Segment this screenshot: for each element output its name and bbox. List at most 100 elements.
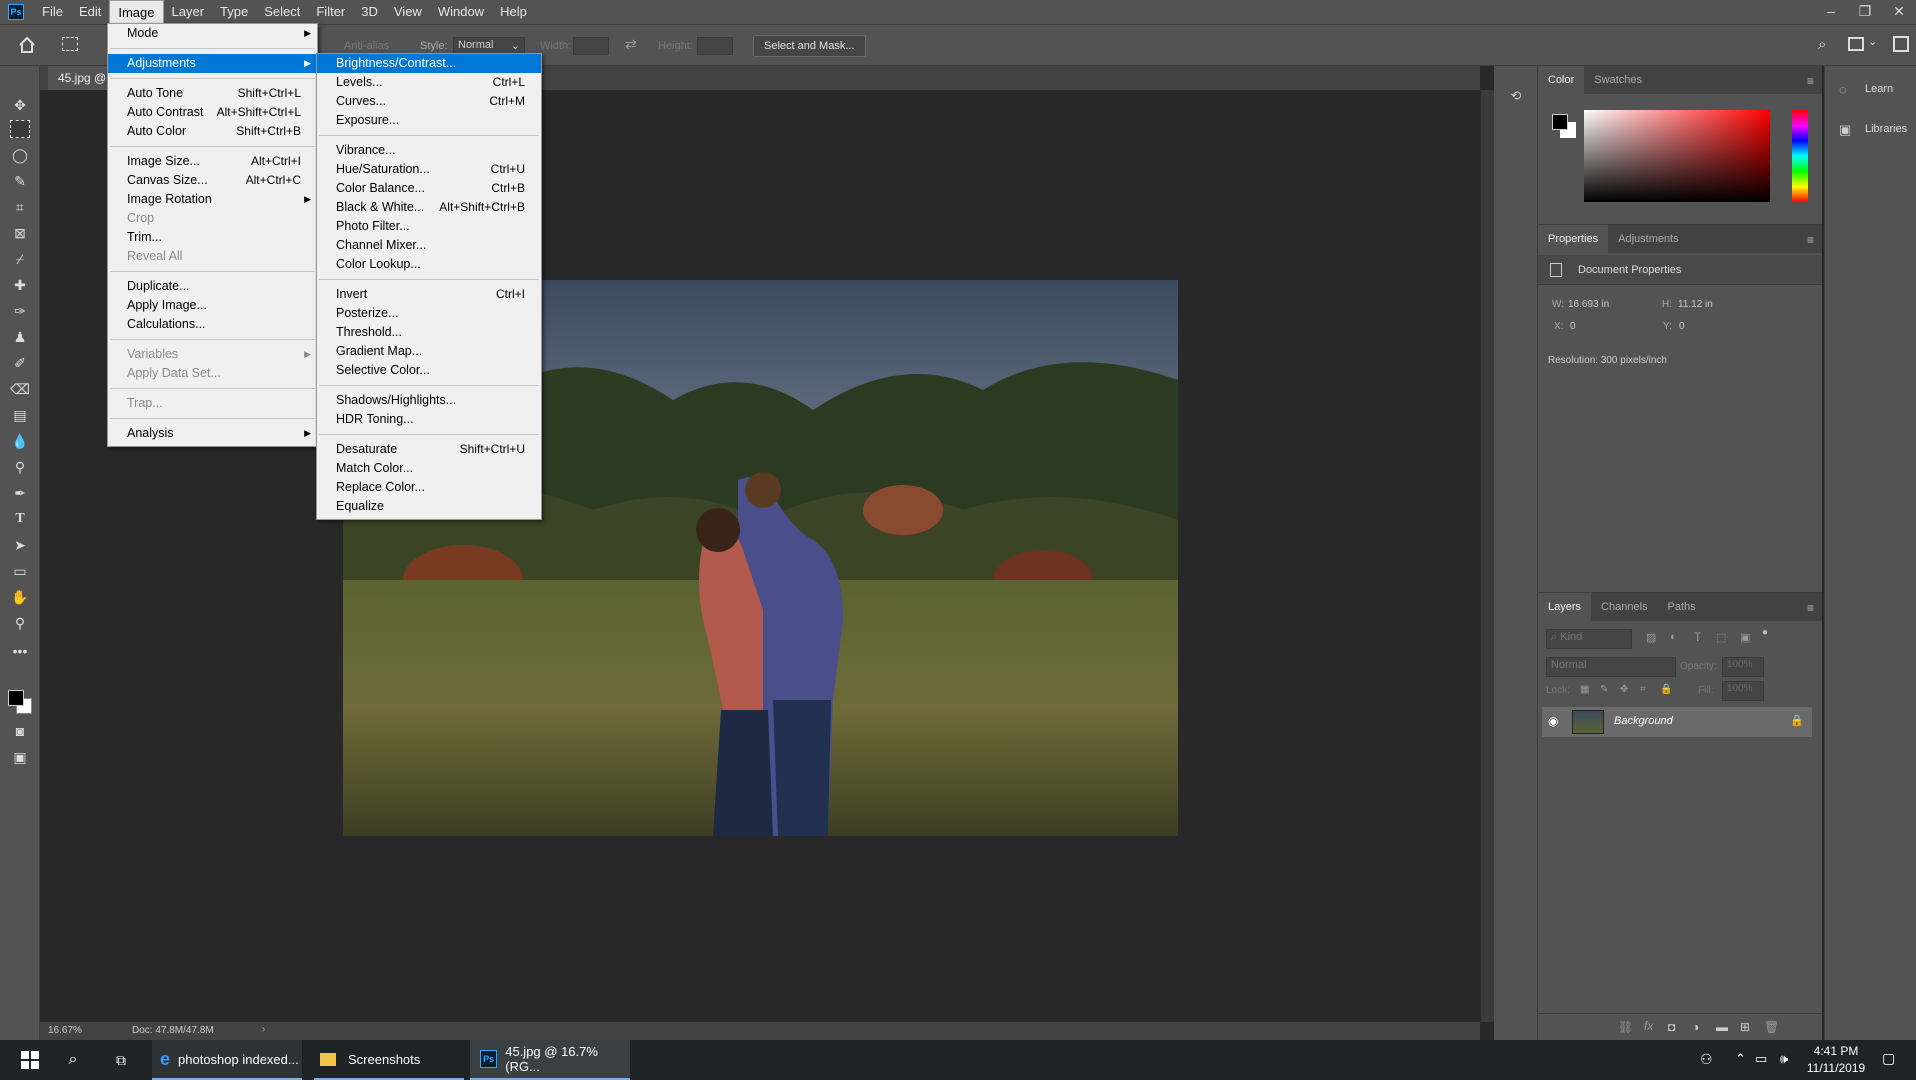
- adjustments-item-hdr-toning[interactable]: HDR Toning...: [317, 410, 541, 429]
- learn-button[interactable]: ◌ Learn: [1825, 78, 1916, 102]
- fx-icon[interactable]: fx: [1644, 1019, 1653, 1033]
- chevron-up-icon[interactable]: ⌃: [1735, 1051, 1746, 1067]
- vertical-scrollbar[interactable]: [1480, 90, 1494, 1022]
- taskbar-explorer[interactable]: Screenshots: [314, 1040, 464, 1080]
- more-tools-icon[interactable]: •••: [10, 642, 30, 660]
- rectangular-marquee-tool-icon[interactable]: [10, 120, 30, 138]
- menu-type[interactable]: Type: [212, 0, 256, 24]
- image-menu-item-apply-image[interactable]: Apply Image...: [108, 296, 317, 315]
- adjustments-item-equalize[interactable]: Equalize: [317, 497, 541, 516]
- lock-artboard-icon[interactable]: ⌗: [1640, 684, 1646, 695]
- adjustments-item-match-color[interactable]: Match Color...: [317, 459, 541, 478]
- network-icon[interactable]: ▭: [1755, 1051, 1767, 1067]
- clock-date[interactable]: 11/11/2019: [1806, 1061, 1866, 1075]
- taskbar-photoshop[interactable]: Ps 45.jpg @ 16.7% (RG...: [470, 1040, 630, 1080]
- eye-icon[interactable]: ◉: [1548, 714, 1558, 728]
- swap-icon[interactable]: ⇄: [625, 36, 637, 53]
- tab-paths[interactable]: Paths: [1658, 593, 1706, 621]
- adjustments-item-threshold[interactable]: Threshold...: [317, 323, 541, 342]
- fill-input[interactable]: 100%: [1722, 681, 1764, 701]
- lock-all-icon[interactable]: 🔒: [1660, 684, 1672, 695]
- chevron-down-icon[interactable]: ⌄: [1868, 35, 1877, 48]
- hand-tool-icon[interactable]: ✋: [10, 588, 30, 606]
- tab-adjustments[interactable]: Adjustments: [1608, 225, 1689, 253]
- lock-transparent-icon[interactable]: ▦: [1580, 684, 1589, 695]
- select-and-mask-button[interactable]: Select and Mask...: [753, 35, 866, 57]
- close-button[interactable]: ✕: [1882, 0, 1916, 24]
- search-icon[interactable]: ⌕: [58, 1040, 88, 1080]
- filter-type-icon[interactable]: T: [1694, 630, 1701, 644]
- filter-pixel-icon[interactable]: ▨: [1646, 631, 1656, 644]
- adjustments-item-hue-saturation[interactable]: Hue/Saturation... Ctrl+U: [317, 160, 541, 179]
- foreground-color-swatch[interactable]: [8, 690, 24, 706]
- delete-layer-icon[interactable]: 🗑: [1764, 1020, 1779, 1034]
- menu-image[interactable]: Image: [109, 0, 164, 24]
- link-layers-icon[interactable]: ⛓: [1618, 1020, 1633, 1034]
- menu-edit[interactable]: Edit: [71, 0, 109, 24]
- clone-stamp-tool-icon[interactable]: ♟: [10, 328, 30, 346]
- tab-layers[interactable]: Layers: [1538, 593, 1592, 621]
- pen-tool-icon[interactable]: ✒: [10, 484, 30, 502]
- lasso-tool-icon[interactable]: ◯: [10, 146, 30, 164]
- restore-button[interactable]: ❐: [1848, 0, 1882, 24]
- adjustments-item-color-balance[interactable]: Color Balance... Ctrl+B: [317, 179, 541, 198]
- adjustments-item-shadows-highlights[interactable]: Shadows/Highlights...: [317, 391, 541, 410]
- adjustments-item-color-lookup[interactable]: Color Lookup...: [317, 255, 541, 274]
- menu-file[interactable]: File: [34, 0, 71, 24]
- menu-view[interactable]: View: [386, 0, 430, 24]
- crop-tool-icon[interactable]: ⌗: [10, 198, 30, 216]
- taskbar-edge[interactable]: e photoshop indexed...: [152, 1040, 302, 1080]
- history-brush-tool-icon[interactable]: ✐: [10, 354, 30, 372]
- x-value[interactable]: 0: [1570, 321, 1576, 332]
- width-input[interactable]: [573, 37, 609, 55]
- frame-tool-icon[interactable]: ⊠: [10, 224, 30, 242]
- adjustments-item-posterize[interactable]: Posterize...: [317, 304, 541, 323]
- image-menu-item-image-rotation[interactable]: Image Rotation ▶: [108, 190, 317, 209]
- height-input[interactable]: [697, 37, 733, 55]
- brush-tool-icon[interactable]: ✑: [10, 302, 30, 320]
- image-menu-item-adjustments[interactable]: Adjustments ▶: [108, 54, 317, 73]
- w-value[interactable]: 16.693 in: [1568, 299, 1609, 310]
- task-view-icon[interactable]: ⧉: [106, 1040, 136, 1080]
- home-icon[interactable]: [18, 36, 36, 54]
- eyedropper-tool-icon[interactable]: ⌿: [10, 250, 30, 268]
- adjustments-item-invert[interactable]: Invert Ctrl+I: [317, 285, 541, 304]
- type-tool-icon[interactable]: T: [10, 510, 30, 528]
- panel-menu-icon[interactable]: ≡: [1807, 74, 1814, 88]
- blend-mode-select[interactable]: Normal: [1546, 657, 1676, 677]
- adjustments-item-levels[interactable]: Levels... Ctrl+L: [317, 73, 541, 92]
- healing-brush-tool-icon[interactable]: ✚: [10, 276, 30, 294]
- opacity-input[interactable]: 100%: [1722, 657, 1764, 677]
- rectangle-tool-icon[interactable]: ▭: [10, 562, 30, 580]
- clock-time[interactable]: 4:41 PM: [1806, 1044, 1866, 1058]
- lock-position-icon[interactable]: ✥: [1620, 684, 1628, 695]
- menu-select[interactable]: Select: [256, 0, 308, 24]
- new-adjustment-icon[interactable]: ◑: [1692, 1020, 1699, 1034]
- image-menu-item-auto-tone[interactable]: Auto Tone Shift+Ctrl+L: [108, 84, 317, 103]
- filter-adjustment-icon[interactable]: ◐: [1670, 631, 1677, 643]
- quick-selection-tool-icon[interactable]: ✎: [10, 172, 30, 190]
- filter-toggle-icon[interactable]: ●: [1762, 627, 1768, 638]
- zoom-level[interactable]: 16.67%: [48, 1025, 82, 1036]
- fg-color-chip[interactable]: [1552, 114, 1568, 130]
- add-mask-icon[interactable]: ◘: [1668, 1020, 1675, 1034]
- marquee-tool-preset-icon[interactable]: [62, 37, 78, 51]
- tab-channels[interactable]: Channels: [1591, 593, 1657, 621]
- libraries-button[interactable]: ▣ Libraries: [1825, 118, 1916, 142]
- tab-color[interactable]: Color: [1538, 66, 1585, 94]
- image-menu-item-auto-contrast[interactable]: Auto Contrast Alt+Shift+Ctrl+L: [108, 103, 317, 122]
- history-panel-icon[interactable]: ⟲: [1506, 88, 1526, 108]
- people-icon[interactable]: ⚇: [1700, 1051, 1713, 1068]
- search-icon[interactable]: ⌕: [1818, 36, 1826, 53]
- image-menu-item-trim[interactable]: Trim...: [108, 228, 317, 247]
- adjustments-item-brightness-contrast[interactable]: Brightness/Contrast...: [317, 54, 541, 73]
- adjustments-item-photo-filter[interactable]: Photo Filter...: [317, 217, 541, 236]
- share-icon[interactable]: [1893, 36, 1909, 52]
- adjustments-item-channel-mixer[interactable]: Channel Mixer...: [317, 236, 541, 255]
- eraser-tool-icon[interactable]: ⌫: [10, 380, 30, 398]
- volume-icon[interactable]: 🕪: [1780, 1051, 1788, 1067]
- color-field[interactable]: [1584, 110, 1770, 202]
- adjustments-item-selective-color[interactable]: Selective Color...: [317, 361, 541, 380]
- adjustments-item-gradient-map[interactable]: Gradient Map...: [317, 342, 541, 361]
- move-tool-icon[interactable]: ✥: [10, 96, 30, 114]
